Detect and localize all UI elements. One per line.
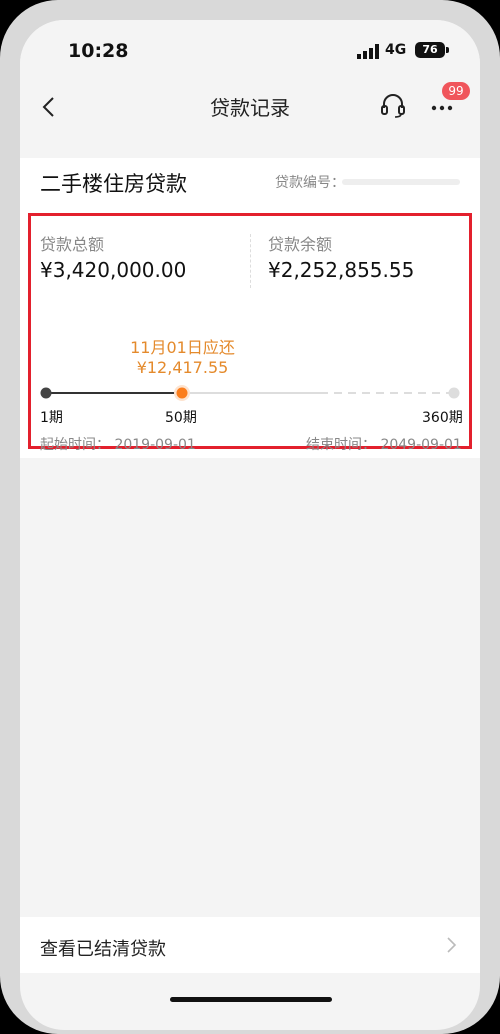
nav-bar: 贷款记录 99 bbox=[20, 82, 480, 138]
progress-start-dot bbox=[40, 387, 52, 399]
total-amount-value: ¥3,420,000.00 bbox=[40, 258, 187, 282]
headset-icon[interactable] bbox=[379, 91, 407, 119]
loan-number-label: 贷款编号： bbox=[275, 175, 345, 191]
view-settled-loans-button[interactable]: 查看已结清贷款 bbox=[20, 917, 480, 973]
loan-title: 二手楼住房贷款 bbox=[40, 172, 187, 196]
progress-current-dot bbox=[176, 387, 188, 399]
period-end-label: 360期 bbox=[422, 410, 463, 426]
status-bar: 10:28 4G 76 bbox=[20, 20, 480, 82]
phone-screen: 10:28 4G 76 贷款记录 99 二手楼住房贷款 贷款编号： 贷款总额 ¥… bbox=[20, 20, 480, 1030]
end-time: 结束时间： 2049-09-01 bbox=[306, 437, 462, 453]
battery-tip bbox=[446, 47, 449, 53]
loan-number-redacted bbox=[342, 179, 460, 185]
total-amount-label: 贷款总额 bbox=[40, 235, 105, 254]
network-type: 4G bbox=[385, 42, 407, 58]
remaining-amount-label: 贷款余额 bbox=[268, 235, 333, 254]
period-current-label: 50期 bbox=[165, 410, 197, 426]
repayment-progress bbox=[40, 385, 460, 401]
amount-divider bbox=[250, 234, 251, 288]
notification-badge: 99 bbox=[442, 82, 470, 100]
home-indicator bbox=[170, 997, 332, 1002]
loan-card[interactable]: 二手楼住房贷款 贷款编号： 贷款总额 ¥3,420,000.00 贷款余额 ¥2… bbox=[20, 158, 480, 458]
progress-end-dot bbox=[448, 387, 460, 399]
chevron-right-icon bbox=[447, 937, 457, 953]
battery-icon: 76 bbox=[415, 42, 445, 58]
signal-icon bbox=[357, 44, 379, 59]
period-start-label: 1期 bbox=[40, 410, 63, 426]
next-due-date: 11月01日应还 bbox=[130, 338, 235, 357]
page-title: 贷款记录 bbox=[210, 96, 290, 120]
remaining-amount-value: ¥2,252,855.55 bbox=[268, 258, 415, 282]
start-time: 起始时间： 2019-09-01 bbox=[40, 437, 196, 453]
view-settled-loans-label: 查看已结清贷款 bbox=[40, 939, 166, 960]
next-due-amount: ¥12,417.55 bbox=[136, 358, 229, 377]
status-time: 10:28 bbox=[68, 40, 129, 62]
